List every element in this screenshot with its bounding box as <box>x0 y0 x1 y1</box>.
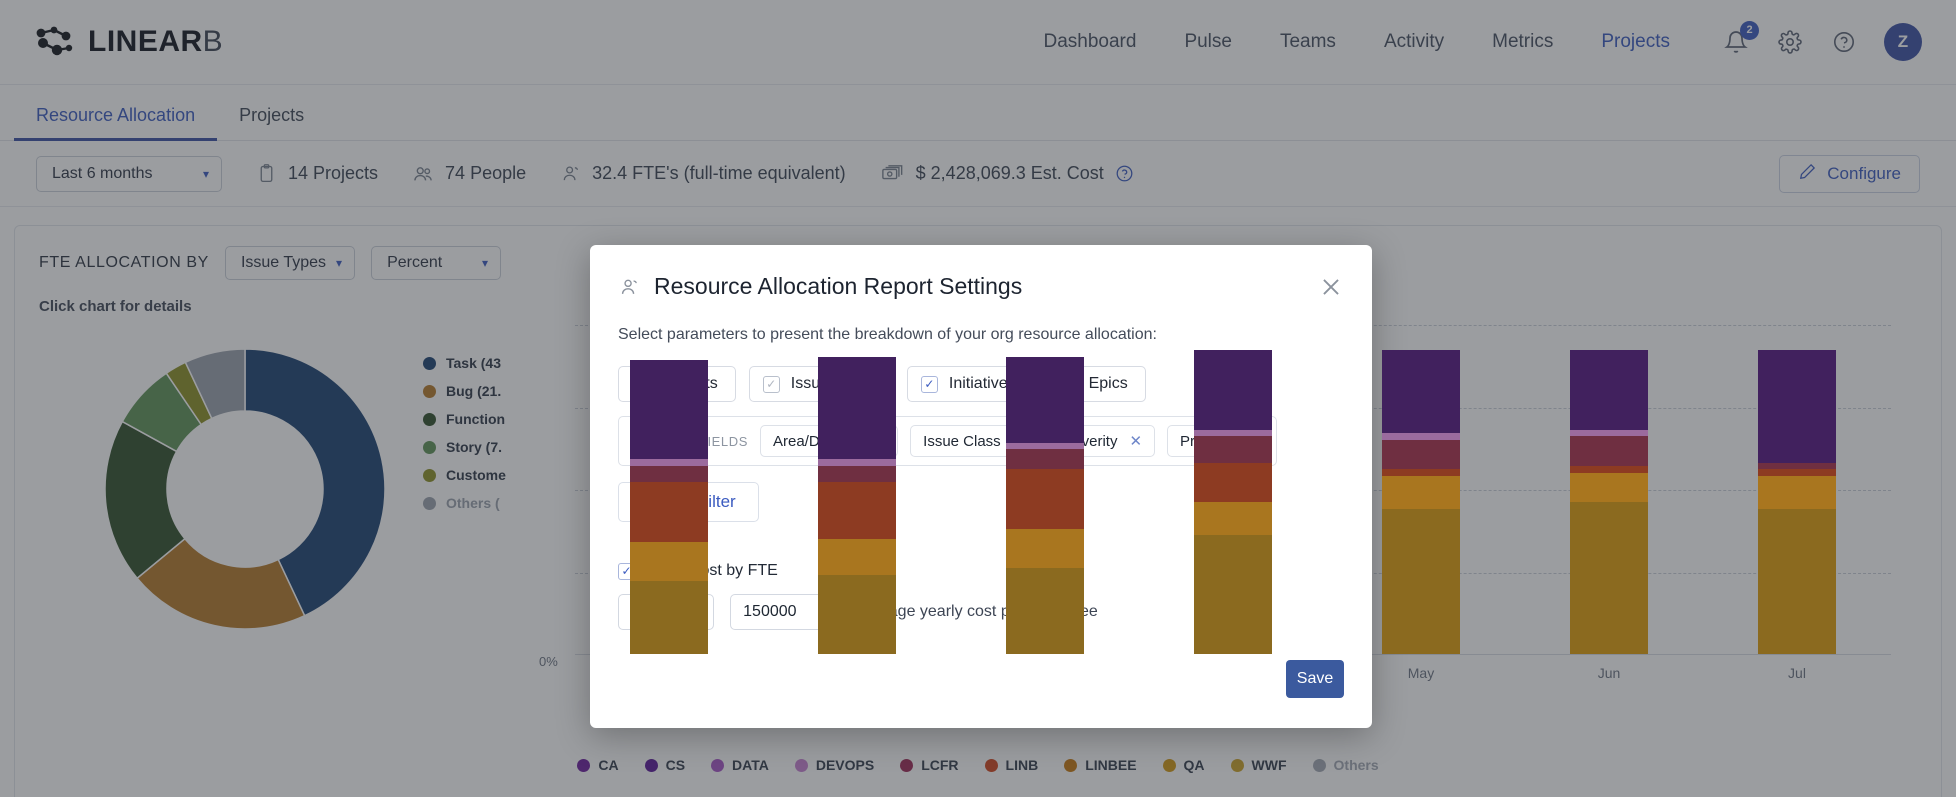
bar-column[interactable] <box>1382 350 1460 654</box>
bar-segment[interactable] <box>1758 462 1836 470</box>
bar-segment[interactable] <box>1194 462 1272 503</box>
bar-segment[interactable] <box>1006 357 1084 443</box>
bar-segment[interactable] <box>1570 472 1648 503</box>
bar-column[interactable] <box>630 360 708 654</box>
bar-column[interactable] <box>818 357 896 654</box>
bar-segment[interactable] <box>1570 350 1648 430</box>
bar-segment[interactable] <box>1570 465 1648 473</box>
bar-column[interactable] <box>1570 350 1648 654</box>
bar-segment[interactable] <box>818 459 896 466</box>
bar-segment[interactable] <box>1382 350 1460 433</box>
bar-segment[interactable] <box>1758 475 1836 509</box>
bar-segment[interactable] <box>1006 528 1084 569</box>
bar-segment[interactable] <box>1382 432 1460 440</box>
bar-segment[interactable] <box>1194 535 1272 654</box>
bar-segment[interactable] <box>1758 469 1836 476</box>
bar-segment[interactable] <box>1570 429 1648 437</box>
dialog-subtitle: Select parameters to present the breakdo… <box>618 326 1157 343</box>
bar-segment[interactable] <box>818 465 896 483</box>
save-button[interactable]: Save <box>1286 660 1344 698</box>
bar-segment[interactable] <box>1382 439 1460 470</box>
bar-segment[interactable] <box>1194 436 1272 463</box>
bar-column[interactable] <box>1194 350 1272 654</box>
bar-segment[interactable] <box>1570 436 1648 466</box>
bar-segment[interactable] <box>630 482 708 542</box>
dialog-title: Resource Allocation Report Settings <box>654 273 1023 299</box>
bar-segment[interactable] <box>1006 469 1084 529</box>
bar-segment[interactable] <box>1758 350 1836 463</box>
bar-segment[interactable] <box>630 581 708 654</box>
custom-fields-group: CUSTOM FIELDS Area/Domain ✕ Issue Class … <box>618 416 1278 466</box>
dialog-header: Resource Allocation Report Settings <box>618 273 1344 300</box>
bar-segment[interactable] <box>1194 429 1272 437</box>
bar-segment[interactable] <box>1006 442 1084 450</box>
custom-field-chip-issue-class-label: Issue Class <box>923 432 1001 450</box>
bar-segment[interactable] <box>1194 502 1272 536</box>
checkbox-chip-epics-label: Epics <box>1088 375 1128 392</box>
remove-icon[interactable]: ✕ <box>1129 432 1142 450</box>
dialog-person-icon <box>618 276 640 298</box>
bar-column[interactable] <box>1758 350 1836 654</box>
dialog-actions: Save <box>618 660 1344 698</box>
bar-segment[interactable] <box>1006 449 1084 470</box>
bar-segment[interactable] <box>630 465 708 483</box>
checkmark-icon: ✓ <box>762 375 780 393</box>
bar-segment[interactable] <box>1570 502 1648 654</box>
bar-segment[interactable] <box>818 538 896 575</box>
checkmark-icon: ✓ <box>920 375 938 393</box>
bar-segment[interactable] <box>818 357 896 460</box>
bar-segment[interactable] <box>818 482 896 539</box>
bar-segment[interactable] <box>1382 469 1460 476</box>
bar-segment[interactable] <box>1382 475 1460 509</box>
bar-segment[interactable] <box>630 360 708 460</box>
bar-segment[interactable] <box>1758 508 1836 654</box>
bar-segment[interactable] <box>1006 568 1084 654</box>
close-icon[interactable] <box>1318 274 1344 300</box>
bar-column[interactable] <box>1006 357 1084 654</box>
bar-segment[interactable] <box>630 459 708 466</box>
bar-segment[interactable] <box>1382 508 1460 654</box>
bar-segment[interactable] <box>630 541 708 582</box>
bar-segment[interactable] <box>818 574 896 654</box>
bar-segment[interactable] <box>1194 350 1272 430</box>
